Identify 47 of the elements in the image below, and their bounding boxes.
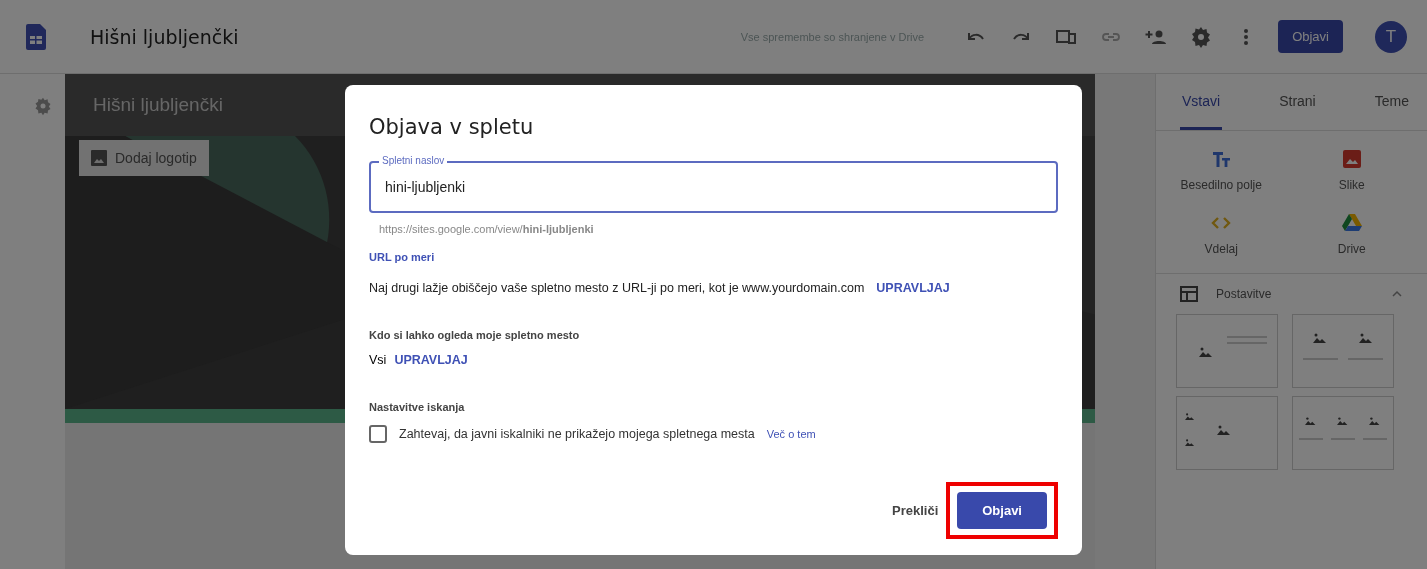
learn-more-link[interactable]: Več o tem [766,428,816,440]
image-icon [1340,148,1363,170]
checkbox[interactable] [369,425,387,443]
insert-item[interactable]: Vdelaj [1156,211,1287,257]
panel-tab[interactable]: Vstavi [1180,74,1223,130]
cancel-button[interactable]: Prekliči [892,495,939,526]
panel-tab[interactable]: Teme [1372,74,1411,130]
field-label: Spletni naslov [379,155,448,166]
image-icon [91,150,107,166]
header-title[interactable]: Hišni ljubljenčki [93,94,223,116]
image-icon [1336,417,1347,425]
manage-link[interactable]: UPRAVLJAJ [876,281,950,295]
section-heading: Kdo si lahko ogleda moje spletno mesto [369,329,581,341]
settings-icon[interactable] [32,96,53,116]
panel-tab[interactable]: Strani [1277,74,1318,130]
insert-item[interactable]: Slike [1286,147,1417,193]
layout-thumbnail[interactable] [1176,396,1278,470]
avatar[interactable]: T [1375,20,1407,53]
insert-item[interactable]: Besedilno polje [1156,147,1287,193]
site-title[interactable]: Hišni ljubljenčki [90,25,239,48]
publish-button[interactable]: Objavi [1278,20,1343,53]
insert-item[interactable]: Drive [1286,211,1417,257]
section-heading: URL po meri [369,251,436,263]
layout-icon [1180,286,1198,302]
description-text: Naj drugi lažje obiščejo vaše spletno mesto z URL-ji po meri, kot je www.yourdomain.com [369,281,865,295]
image-icon [1199,347,1212,357]
layout-thumbnail[interactable] [1291,314,1394,388]
publish-button[interactable]: Objavi [957,492,1047,529]
document-icon[interactable] [26,23,46,50]
image-icon [1185,413,1195,420]
image-icon [1217,425,1230,435]
triangle-icon [1340,212,1363,234]
section-label[interactable]: Postavitve [1216,287,1373,301]
section-heading: Nastavitve iskanja [369,401,466,413]
url-hint: https://sites.google.com/view/hini-ljubljenki [379,223,595,235]
image-icon [1368,417,1379,425]
image-icon [1304,417,1315,425]
dialog-title: Objava v spletu [369,115,535,139]
image-icon [1185,439,1195,446]
layout-thumbnail[interactable] [1176,314,1278,388]
layout-thumbnail[interactable] [1291,396,1394,470]
manage-link[interactable]: UPRAVLJAJ [394,353,468,367]
add-logo-button[interactable]: Dodaj logotip [79,140,209,176]
image-icon [1358,333,1372,343]
image-icon [1312,333,1326,343]
checkbox-label[interactable]: Zahtevaj, da javni iskalniki ne prikažejo mojega spletnega mesta [399,427,755,441]
visibility-value: Vsi [369,353,387,367]
